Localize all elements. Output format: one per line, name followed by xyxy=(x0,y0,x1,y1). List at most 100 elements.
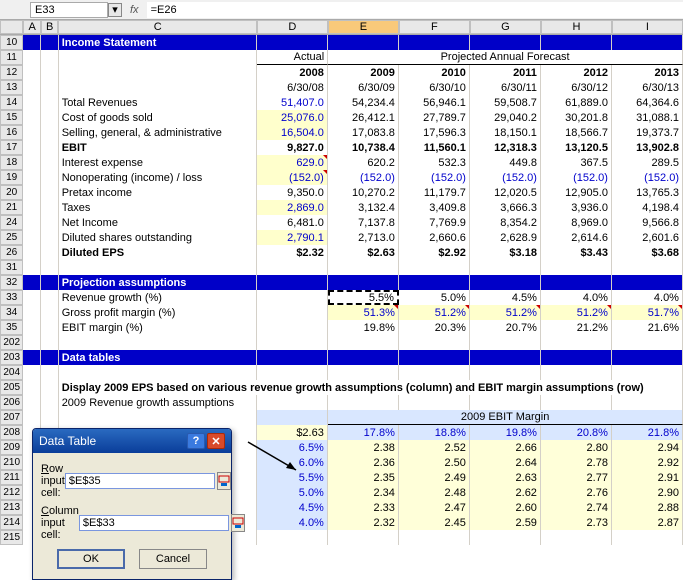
row-header[interactable]: 34 xyxy=(0,305,23,320)
col-input-cell-field[interactable] xyxy=(79,515,229,531)
col-header-g[interactable]: G xyxy=(470,20,541,34)
cell[interactable]: (152.0) xyxy=(541,170,612,185)
cell[interactable]: 2010 xyxy=(399,65,470,80)
cell[interactable]: 51,407.0 xyxy=(257,95,328,110)
cell[interactable] xyxy=(23,170,41,185)
row-header[interactable]: 11 xyxy=(0,50,23,65)
cell[interactable]: Taxes xyxy=(59,200,257,215)
row-header[interactable]: 18 xyxy=(0,155,23,170)
cell[interactable] xyxy=(41,275,59,290)
col-header-h[interactable]: H xyxy=(541,20,612,34)
row-header[interactable]: 208 xyxy=(0,425,23,440)
cell[interactable]: 9,350.0 xyxy=(257,185,328,200)
cell[interactable]: $3.68 xyxy=(612,245,683,260)
row-header[interactable]: 25 xyxy=(0,230,23,245)
cell[interactable] xyxy=(470,530,541,545)
row-header[interactable]: 213 xyxy=(0,500,23,515)
row-header[interactable]: 32 xyxy=(0,275,23,290)
cell[interactable]: 10,738.4 xyxy=(328,140,399,155)
cell[interactable]: 2.34 xyxy=(328,485,399,500)
cell[interactable]: 2,628.9 xyxy=(470,230,541,245)
cell[interactable]: Interest expense xyxy=(59,155,257,170)
cell[interactable]: 2008 xyxy=(257,65,328,80)
cell[interactable]: 2.74 xyxy=(541,500,612,515)
cell[interactable] xyxy=(59,50,257,65)
cell[interactable]: 51.3% xyxy=(328,305,399,320)
cell[interactable]: 2.64 xyxy=(470,455,541,470)
cell[interactable]: 3,666.3 xyxy=(470,200,541,215)
cell[interactable] xyxy=(41,125,59,140)
cell[interactable]: 2.94 xyxy=(612,440,683,455)
cell[interactable]: (152.0) xyxy=(328,170,399,185)
cell[interactable] xyxy=(41,215,59,230)
cell[interactable]: Net Income xyxy=(59,215,257,230)
fx-icon[interactable]: fx xyxy=(130,4,139,16)
row-header[interactable]: 10 xyxy=(0,35,23,50)
cell[interactable] xyxy=(399,365,470,380)
cell[interactable]: 2,660.6 xyxy=(399,230,470,245)
cell[interactable]: 2009 xyxy=(328,65,399,80)
cell[interactable]: 9,566.8 xyxy=(612,215,683,230)
cell[interactable] xyxy=(23,335,41,350)
cell[interactable] xyxy=(541,335,612,350)
cell[interactable]: 2.92 xyxy=(612,455,683,470)
cell[interactable] xyxy=(23,95,41,110)
col-header-b[interactable]: B xyxy=(41,20,59,34)
cell[interactable] xyxy=(541,395,612,410)
col-header-e[interactable]: E xyxy=(328,20,399,34)
cell[interactable] xyxy=(41,230,59,245)
cell[interactable]: 532.3 xyxy=(399,155,470,170)
cell[interactable] xyxy=(41,35,59,50)
cell[interactable]: 20.8% xyxy=(541,425,612,440)
cell[interactable] xyxy=(41,260,59,275)
cell[interactable] xyxy=(328,530,399,545)
cell[interactable] xyxy=(257,320,328,335)
cell[interactable]: 6.0% xyxy=(257,455,328,470)
row-header[interactable]: 207 xyxy=(0,410,23,425)
cell[interactable] xyxy=(257,305,328,320)
cell[interactable]: 289.5 xyxy=(612,155,683,170)
cell[interactable] xyxy=(399,350,470,365)
cell[interactable]: $2.92 xyxy=(399,245,470,260)
cell[interactable] xyxy=(23,215,41,230)
cell[interactable] xyxy=(41,245,59,260)
cell[interactable] xyxy=(257,290,328,305)
name-box-dropdown-icon[interactable]: ▾ xyxy=(108,3,122,17)
cell[interactable] xyxy=(41,290,59,305)
cell[interactable]: 5.5% xyxy=(328,290,399,305)
cancel-button[interactable]: Cancel xyxy=(139,549,207,569)
cell[interactable] xyxy=(541,530,612,545)
cell[interactable] xyxy=(257,35,328,50)
col-header-i[interactable]: I xyxy=(612,20,683,34)
cell[interactable]: 2012 xyxy=(541,65,612,80)
cell[interactable] xyxy=(257,260,328,275)
cell[interactable]: Diluted EPS xyxy=(59,245,257,260)
col-header-a[interactable]: A xyxy=(23,20,41,34)
cell[interactable]: 2.49 xyxy=(399,470,470,485)
row-header[interactable]: 17 xyxy=(0,140,23,155)
cell[interactable] xyxy=(41,365,59,380)
cell[interactable] xyxy=(328,35,399,50)
cell[interactable]: 13,120.5 xyxy=(541,140,612,155)
cell[interactable] xyxy=(257,275,328,290)
cell[interactable]: 4.5% xyxy=(470,290,541,305)
cell[interactable] xyxy=(59,65,257,80)
cell[interactable]: EBIT xyxy=(59,140,257,155)
cell[interactable]: 8,354.2 xyxy=(470,215,541,230)
cell[interactable]: 629.0 xyxy=(257,155,328,170)
ok-button[interactable]: OK xyxy=(57,549,125,569)
cell[interactable]: Nonoperating (income) / loss xyxy=(59,170,257,185)
cell[interactable] xyxy=(41,380,59,395)
cell[interactable]: 11,560.1 xyxy=(399,140,470,155)
cell[interactable]: 6/30/10 xyxy=(399,80,470,95)
cell[interactable]: 13,902.8 xyxy=(612,140,683,155)
cell[interactable]: 30,201.8 xyxy=(541,110,612,125)
cell[interactable] xyxy=(41,200,59,215)
cell[interactable]: 10,270.2 xyxy=(328,185,399,200)
cell[interactable] xyxy=(23,350,41,365)
cell[interactable] xyxy=(23,50,41,65)
cell[interactable]: 2.33 xyxy=(328,500,399,515)
col-header-d[interactable]: D xyxy=(257,20,328,34)
cell[interactable] xyxy=(23,35,41,50)
cell[interactable]: 19.8% xyxy=(470,425,541,440)
